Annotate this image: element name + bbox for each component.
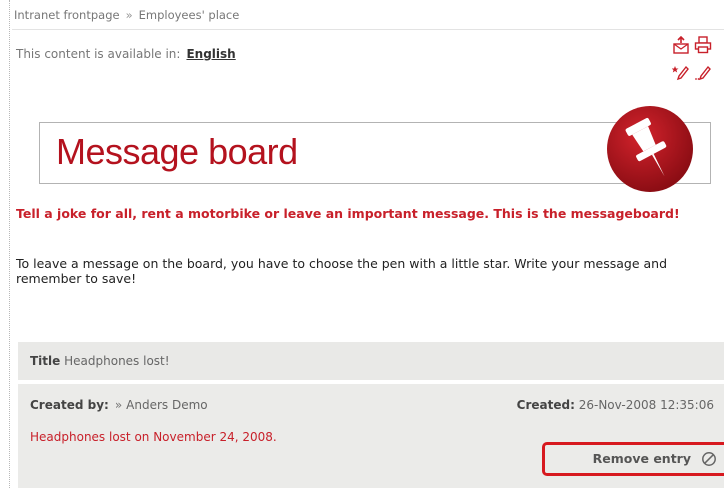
breadcrumb-item-intranet-frontpage[interactable]: Intranet frontpage — [14, 8, 120, 22]
print-icon[interactable] — [694, 36, 712, 54]
send-email-icon[interactable] — [672, 36, 690, 54]
entry-created-date: 26-Nov-2008 12:35:06 — [578, 398, 714, 412]
entry-title: Headphones lost! — [64, 354, 170, 368]
language-link-english[interactable]: English — [186, 47, 235, 61]
entry-body: Created by: » Anders Demo Created: 26-Nov-… — [18, 384, 724, 488]
created-label: Created: — [516, 398, 575, 412]
page-tools — [670, 36, 714, 86]
banner-title: Message board — [56, 131, 298, 172]
language-availability: This content is available in: English — [16, 47, 236, 61]
entry-title-label: Title — [30, 354, 61, 368]
entry-created-by: Created by: » Anders Demo — [30, 398, 208, 412]
remove-entry-button[interactable]: Remove entry — [542, 442, 724, 476]
created-by-label: Created by: — [30, 398, 109, 412]
breadcrumb-item-employees-place[interactable]: Employees' place — [139, 8, 240, 22]
language-label: This content is available in: — [16, 47, 181, 61]
prohibited-icon — [701, 451, 717, 467]
author-marker-icon: » — [114, 398, 123, 412]
entry-author[interactable]: Anders Demo — [126, 398, 207, 412]
breadcrumb: Intranet frontpage » Employees' place — [12, 0, 724, 30]
page-content: Intranet frontpage » Employees' place This… — [12, 0, 724, 488]
instructions-text: To leave a message on the board, you hav… — [16, 256, 668, 286]
remove-entry-label: Remove entry — [592, 451, 691, 466]
new-entry-pen-icon[interactable] — [672, 64, 690, 82]
intro-text: Tell a joke for all, rent a motorbike or… — [16, 206, 680, 221]
page-left-rule — [9, 0, 10, 488]
pushpin-logo-icon — [605, 104, 695, 194]
entry-message: Headphones lost on November 24, 2008. — [30, 430, 277, 444]
entry-created-at: Created: 26-Nov-2008 12:35:06 — [517, 398, 714, 412]
breadcrumb-separator: » — [125, 8, 133, 22]
edit-pen-icon[interactable] — [694, 64, 712, 82]
entry-title-bar: Title Headphones lost! — [18, 342, 724, 380]
